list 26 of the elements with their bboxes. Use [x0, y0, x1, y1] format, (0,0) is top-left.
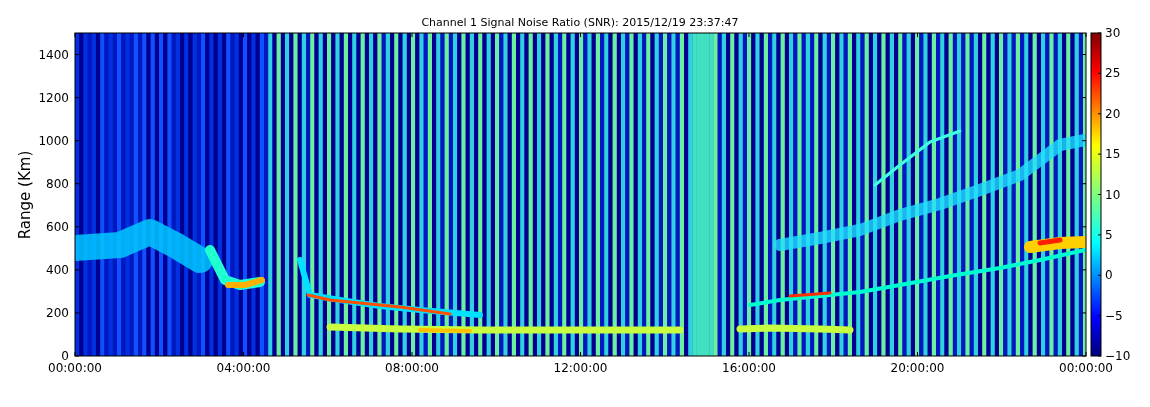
y-tick-label: 200: [46, 305, 69, 320]
colorbar-tick-label: −5: [1105, 308, 1123, 323]
y-tick-label: 0: [61, 349, 69, 363]
colorbar-tick-label: 5: [1105, 227, 1113, 242]
x-tick-label: 04:00:00: [216, 361, 271, 375]
colorbar-tick-label: 0: [1105, 268, 1113, 283]
x-tick-label: 16:00:00: [722, 361, 776, 375]
colorbar-tick-label: 25: [1105, 66, 1121, 81]
x-tick-label: 00:00:00: [1059, 361, 1113, 375]
colorbar-tick-label: 15: [1105, 147, 1121, 162]
y-tick-label: 600: [46, 219, 69, 234]
y-axis-label: Range (Km): [16, 150, 34, 240]
x-tick-label: 00:00:00: [48, 361, 102, 375]
x-tick-label: 08:00:00: [385, 361, 439, 375]
y-tick-label: 1200: [38, 90, 69, 105]
colorbar-tick-label: 30: [1105, 26, 1121, 40]
colorbar-tick-label: −10: [1105, 349, 1131, 363]
x-tick-label: 12:00:00: [553, 361, 608, 375]
x-tick-label: 20:00:00: [890, 361, 945, 375]
y-tick-label: 800: [46, 176, 69, 191]
colorbar-tick-label: 20: [1105, 106, 1121, 121]
colorbar-tick-label: 10: [1105, 187, 1121, 202]
y-tick-label: 400: [46, 262, 69, 277]
y-tick-label: 1400: [38, 47, 69, 62]
chart-title: Channel 1 Signal Noise Ratio (SNR): 2015/12/19 23:37:47: [421, 16, 739, 29]
y-tick-label: 1000: [38, 133, 69, 148]
